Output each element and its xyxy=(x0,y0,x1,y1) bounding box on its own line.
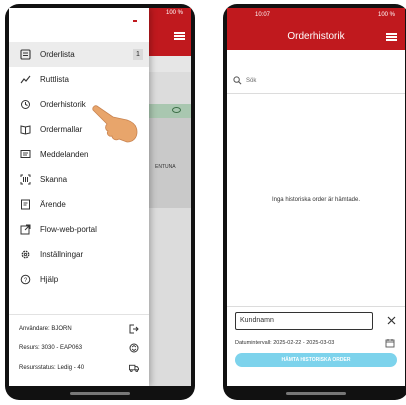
app-bar: Orderhistorik xyxy=(227,24,405,50)
footer-status-row[interactable]: Resursstatus: Ledig - 40 xyxy=(19,361,139,375)
menu-item-label: Ruttlista xyxy=(40,75,69,84)
menu-item-label: Ärende xyxy=(40,200,66,209)
menu-item-label: Flow-web-portal xyxy=(40,225,97,234)
menu-item-ruttlista[interactable]: Ruttlista xyxy=(9,67,149,92)
menu-item-label: Hjälp xyxy=(40,275,59,284)
message-icon xyxy=(19,149,31,161)
drawer-menu-list: Orderlista 1 Ruttlista Orderhistorik Ord… xyxy=(9,42,149,292)
left-screen: 100 % ENTUNA Orderlista 1 Ruttlista Orde… xyxy=(9,8,191,386)
stage: 100 % ENTUNA Orderlista 1 Ruttlista Orde… xyxy=(0,0,406,405)
drawer-divider xyxy=(9,314,149,315)
truck-icon[interactable] xyxy=(129,363,139,373)
history-icon xyxy=(19,99,31,111)
menu-item-badge: 1 xyxy=(133,49,143,60)
book-icon xyxy=(19,124,31,136)
help-icon: ? xyxy=(19,274,31,286)
menu-item-label: Orderlista xyxy=(40,50,75,59)
background-order-card xyxy=(149,118,191,208)
menu-item-skanna[interactable]: Skanna xyxy=(9,167,149,192)
search-placeholder: Sök xyxy=(246,77,257,84)
swap-icon[interactable] xyxy=(129,343,139,353)
bottom-divider xyxy=(227,306,405,307)
hamburger-menu-icon[interactable] xyxy=(386,33,397,41)
menu-item-label: Meddelanden xyxy=(40,150,89,159)
status-battery: 100 % xyxy=(377,12,395,18)
fetch-history-button[interactable]: HÄMTA HISTORISKA ORDER xyxy=(235,353,397,367)
menu-item-label: Orderhistorik xyxy=(40,100,86,109)
status-time: 10:07 xyxy=(255,12,271,18)
status-battery: 100 % xyxy=(165,10,183,16)
case-icon xyxy=(19,199,31,211)
pointing-hand-icon xyxy=(92,105,138,143)
menu-item-label: Inställningar xyxy=(40,250,84,259)
customer-name-field[interactable]: Kundnamn xyxy=(235,312,373,330)
clipboard-list-icon xyxy=(19,49,31,61)
home-indicator xyxy=(70,392,130,395)
background-card-text: ENTUNA xyxy=(155,164,176,170)
page-title: Orderhistorik xyxy=(287,31,345,42)
eye-icon xyxy=(172,107,181,113)
footer-resource-row[interactable]: Resurs: 3030 - EAP063 xyxy=(19,341,139,355)
navigation-drawer: Orderlista 1 Ruttlista Orderhistorik Ord… xyxy=(9,8,149,386)
background-toolbar xyxy=(149,56,191,72)
gear-icon xyxy=(19,249,31,261)
right-screen: 10:07 100 % Orderhistorik Sök Inga histo… xyxy=(227,8,405,386)
menu-item-flow-web-portal[interactable]: Flow-web-portal xyxy=(9,217,149,242)
drawer-accent-mark xyxy=(133,20,137,22)
footer-resource-status: Resursstatus: Ledig - 40 xyxy=(19,365,85,371)
hamburger-menu-icon[interactable] xyxy=(174,32,185,40)
logout-icon[interactable] xyxy=(129,324,139,334)
empty-state-message: Inga historiska order är hämtade. xyxy=(271,197,361,203)
menu-item-orderlista[interactable]: Orderlista 1 xyxy=(9,42,149,67)
left-phone: 100 % ENTUNA Orderlista 1 Ruttlista Orde… xyxy=(5,4,195,400)
menu-item-label: Skanna xyxy=(40,175,68,184)
footer-resource: Resurs: 3030 - EAP063 xyxy=(19,345,83,351)
menu-item-arende[interactable]: Ärende xyxy=(9,192,149,217)
close-icon[interactable] xyxy=(384,313,398,327)
menu-item-installningar[interactable]: Inställningar xyxy=(9,242,149,267)
menu-item-label: Ordermallar xyxy=(40,125,83,134)
background-order-card-header xyxy=(149,104,191,118)
route-line-icon xyxy=(19,74,31,86)
menu-item-meddelanden[interactable]: Meddelanden xyxy=(9,142,149,167)
status-bar: 10:07 100 % xyxy=(227,8,405,24)
date-interval: Datumintervall: 2025-02-22 - 2025-03-03 xyxy=(235,340,335,346)
search-icon xyxy=(233,76,242,85)
footer-user-row[interactable]: Användare: BJORN xyxy=(19,322,139,336)
barcode-scan-icon xyxy=(19,174,31,186)
calendar-icon[interactable] xyxy=(385,338,395,348)
search-input[interactable]: Sök xyxy=(227,68,405,94)
home-indicator xyxy=(286,392,346,395)
footer-user: Användare: BJORN xyxy=(19,326,72,332)
external-link-icon xyxy=(19,224,31,236)
menu-item-hjalp[interactable]: ? Hjälp xyxy=(9,267,149,292)
right-phone: 10:07 100 % Orderhistorik Sök Inga histo… xyxy=(223,4,406,400)
